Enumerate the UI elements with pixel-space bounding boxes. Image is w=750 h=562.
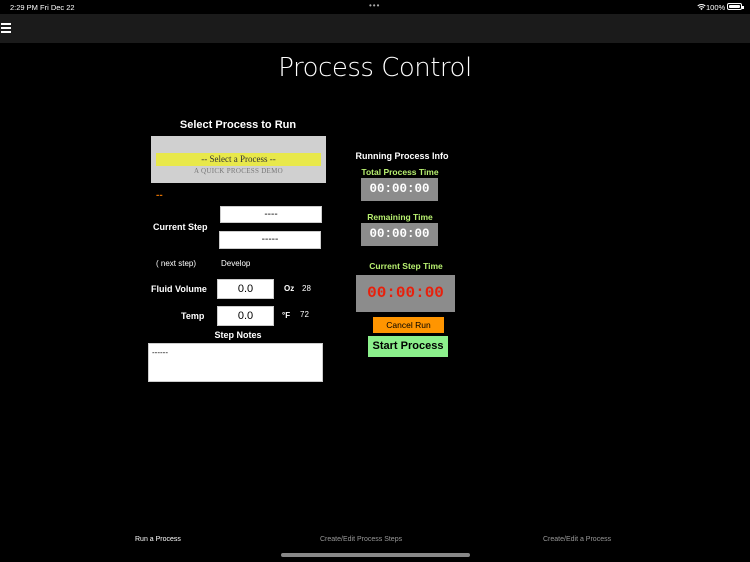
fluid-volume-field[interactable]: 0.0 — [217, 279, 274, 299]
remaining-timer: 00:00:00 — [361, 223, 438, 246]
fluid-unit-label: Oz — [284, 284, 295, 293]
tab-create-edit-a-process[interactable]: Create/Edit a Process — [543, 536, 611, 543]
current-step-label: Current Step — [153, 222, 208, 232]
current-step-timer: 00:00:00 — [356, 275, 455, 312]
current-step-name-field: ---- — [220, 206, 322, 223]
home-indicator[interactable] — [281, 553, 470, 557]
picker-next-option[interactable]: A QUICK PROCESS DEMO — [151, 167, 326, 175]
remaining-time-label: Remaining Time — [367, 212, 433, 222]
battery-percent: 100% — [706, 3, 726, 12]
next-step-label: ( next step) — [156, 259, 197, 268]
select-process-title: Select Process to Run — [179, 119, 297, 131]
cancel-run-button[interactable]: Cancel Run — [373, 317, 444, 333]
start-process-button[interactable]: Start Process — [368, 336, 448, 357]
battery-icon — [727, 3, 744, 10]
hamburger-menu-icon[interactable] — [1, 23, 11, 33]
next-step-value: Develop — [221, 259, 251, 268]
fluid-unit-value: 28 — [302, 284, 311, 293]
nav-bar — [0, 14, 750, 43]
process-indicator: -- — [156, 190, 163, 201]
temp-unit-label: °F — [282, 311, 291, 320]
status-time: 2:29 PM — [10, 3, 38, 12]
status-date: Fri Dec 22 — [40, 3, 75, 12]
tab-create-edit-process-steps[interactable]: Create/Edit Process Steps — [320, 536, 402, 543]
current-step-time-label: Current Step Time — [369, 261, 443, 271]
wifi-icon — [697, 4, 706, 11]
step-notes-field[interactable]: ------ — [148, 343, 323, 382]
running-info-title: Running Process Info — [355, 151, 449, 161]
total-process-time-label: Total Process Time — [361, 167, 439, 177]
multitasking-dots-icon[interactable]: ••• — [369, 1, 380, 10]
tab-bar: Run a Process Create/Edit Process Steps … — [0, 531, 750, 562]
picker-selected-option[interactable]: -- Select a Process -- — [156, 153, 321, 166]
temp-unit-value: 72 — [300, 310, 309, 319]
temp-label: Temp — [181, 311, 205, 321]
fluid-volume-label: Fluid Volume — [151, 284, 207, 294]
temp-field[interactable]: 0.0 — [217, 306, 274, 326]
page-title: Process Control — [278, 53, 472, 83]
tab-run-a-process[interactable]: Run a Process — [135, 536, 181, 543]
process-picker[interactable]: -- Select a Process -- A QUICK PROCESS D… — [151, 136, 326, 183]
status-bar: 2:29 PM Fri Dec 22 ••• 100% — [0, 0, 750, 14]
step-notes-title: Step Notes — [214, 330, 262, 340]
current-step-sub-field: ----- — [219, 231, 321, 249]
total-process-timer: 00:00:00 — [361, 178, 438, 201]
